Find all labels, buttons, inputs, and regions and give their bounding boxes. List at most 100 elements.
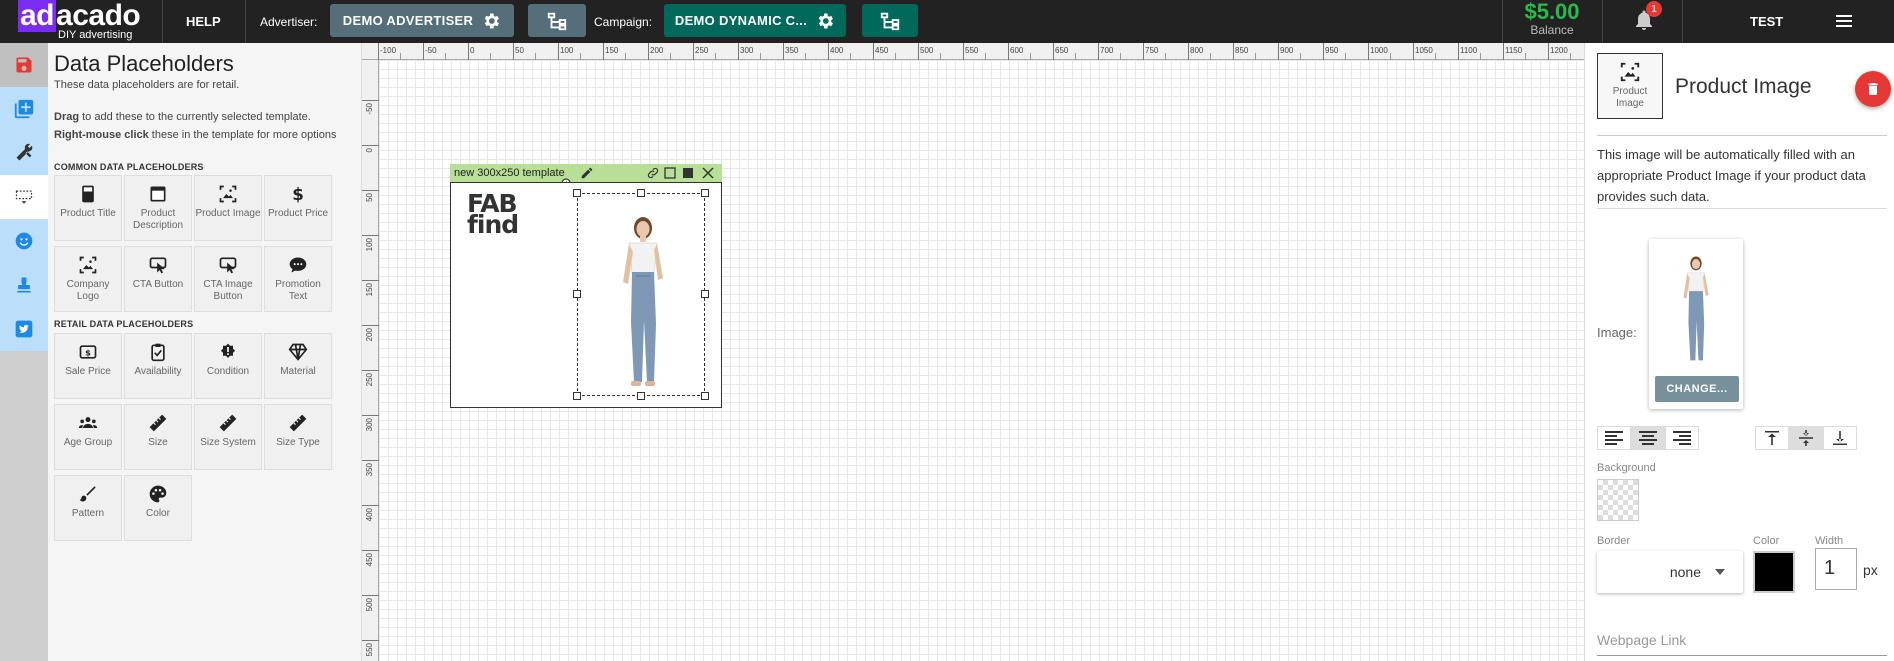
template-header[interactable]: new 300x250 template	[450, 164, 722, 182]
ruler-minor-tick	[445, 53, 446, 60]
properties-description: This image will be automatically filled …	[1597, 147, 1866, 204]
align-middle-button[interactable]	[1789, 426, 1823, 450]
ruler-tick	[468, 43, 469, 60]
align-top-button[interactable]	[1755, 426, 1789, 450]
border-width-input[interactable]: 1	[1815, 548, 1857, 590]
placeholder-product-title[interactable]: Product Title	[54, 175, 122, 241]
divider	[1602, 0, 1603, 43]
adacado-logo[interactable]: adacado DIY advertising	[18, 0, 141, 41]
add-layers-icon	[14, 99, 34, 119]
ruler-minor-tick	[1030, 53, 1031, 60]
placeholder-size[interactable]: Size	[124, 404, 192, 470]
ruler-tick	[1053, 43, 1054, 60]
balance-display: $5.00 Balance	[1524, 0, 1580, 37]
ruler-label: 150	[605, 46, 619, 55]
template-body[interactable]: FAB find	[450, 182, 722, 408]
resize-handle[interactable]	[573, 392, 581, 400]
placeholder-condition[interactable]: Condition	[194, 333, 262, 399]
template-name: new 300x250 template	[454, 167, 565, 179]
placeholder-material[interactable]: Material	[264, 333, 332, 399]
rail-stamp[interactable]	[0, 263, 48, 307]
properties-title: Product Image	[1675, 75, 1812, 98]
rail-save[interactable]	[0, 43, 48, 87]
ruler-tick	[362, 550, 379, 551]
ruler-minor-tick	[625, 53, 626, 60]
advertiser-select-button[interactable]: DEMO ADVERTISER	[330, 4, 514, 37]
brush-icon	[79, 486, 96, 502]
ruler-label: 500	[920, 46, 934, 55]
placeholder-availability[interactable]: Availability	[124, 333, 192, 399]
rail-data-placeholders[interactable]	[0, 175, 48, 219]
ruler-tick	[1143, 43, 1144, 60]
user-menu[interactable]: TEST	[1750, 0, 1783, 43]
rail-twitter[interactable]	[0, 307, 48, 351]
placeholder-cta-image-button[interactable]: CTA Image Button	[194, 246, 262, 312]
placeholder-company-logo[interactable]: Company Logo	[54, 246, 122, 312]
placeholder-sale-price[interactable]: $ Sale Price	[54, 333, 122, 399]
ruler-label: 1100	[1460, 46, 1478, 55]
placeholder-product-price[interactable]: $ Product Price	[264, 175, 332, 241]
resize-handle[interactable]	[701, 189, 709, 197]
placeholder-color[interactable]: Color	[124, 475, 192, 541]
rail-add-template[interactable]	[0, 87, 48, 131]
product-image-element[interactable]	[577, 193, 705, 396]
placeholder-promotion-text[interactable]: Promotion Text	[264, 246, 332, 312]
close-icon[interactable]	[702, 167, 714, 179]
maximize-icon[interactable]	[664, 167, 676, 179]
border-style-select[interactable]: none	[1597, 551, 1743, 593]
placeholder-size-system[interactable]: Size System	[194, 404, 262, 470]
align-bottom-button[interactable]	[1823, 426, 1857, 450]
fill-square-icon[interactable]	[682, 167, 694, 179]
placeholder-cta-button[interactable]: CTA Button	[124, 246, 192, 312]
resize-handle[interactable]	[701, 290, 709, 298]
resize-handle[interactable]	[637, 189, 645, 197]
placeholder-size-type[interactable]: Size Type	[264, 404, 332, 470]
ruler-tick	[362, 415, 379, 416]
ruler-label: 300	[740, 46, 754, 55]
resize-handle[interactable]	[573, 189, 581, 197]
webpage-link-input[interactable]: Webpage Link	[1597, 632, 1887, 656]
campaign-select-button[interactable]: DEMO DYNAMIC C...	[664, 4, 846, 37]
ruler-tick	[362, 640, 379, 641]
placeholder-pattern[interactable]: Pattern	[54, 475, 122, 541]
element-type-tile: Product Image	[1597, 53, 1663, 119]
placeholder-product-description[interactable]: Product Description	[124, 175, 192, 241]
rail-emoji[interactable]	[0, 219, 48, 263]
placeholder-product-image[interactable]: Product Image	[194, 175, 262, 241]
alert-icon	[220, 343, 236, 358]
ruler-minor-tick	[1570, 53, 1571, 60]
link-icon[interactable]	[646, 166, 660, 180]
align-left-button[interactable]	[1597, 426, 1631, 450]
fabfind-logo[interactable]: FAB find	[467, 191, 519, 237]
ruler-minor-tick	[1120, 53, 1121, 60]
help-link[interactable]: HELP	[186, 0, 221, 43]
width-unit-label: px	[1863, 562, 1878, 578]
ruler-tick	[1278, 43, 1279, 60]
ruler-label: -50	[365, 103, 374, 115]
advertiser-tree-button[interactable]	[528, 4, 586, 37]
ruler-minor-tick	[850, 53, 851, 60]
campaign-tree-button[interactable]	[862, 4, 918, 37]
template-frame[interactable]: new 300x250 template FAB find	[450, 164, 722, 408]
resize-handle[interactable]	[637, 392, 645, 400]
ruler-tick	[648, 43, 649, 60]
background-swatch[interactable]	[1597, 479, 1639, 521]
placeholder-age-group[interactable]: Age Group	[54, 404, 122, 470]
align-right-button[interactable]	[1665, 426, 1699, 450]
delete-element-button[interactable]	[1855, 71, 1891, 107]
ruler-label: -50	[425, 46, 437, 55]
resize-handle[interactable]	[573, 290, 581, 298]
image-icon	[219, 185, 237, 203]
rail-tools[interactable]	[0, 131, 48, 175]
hamburger-menu-icon[interactable]	[1834, 12, 1854, 30]
retail-section-header: RETAIL DATA PLACEHOLDERS	[54, 319, 194, 329]
ruler-tick	[963, 43, 964, 60]
image-preview-card: CHANGE...	[1649, 239, 1743, 409]
border-color-swatch[interactable]	[1753, 551, 1795, 593]
ruler-label: -100	[380, 46, 397, 55]
resize-handle[interactable]	[701, 392, 709, 400]
align-center-button[interactable]	[1631, 426, 1665, 450]
pencil-icon[interactable]	[580, 166, 594, 180]
change-image-button[interactable]: CHANGE...	[1655, 376, 1739, 402]
ruler-minor-tick	[1435, 53, 1436, 60]
